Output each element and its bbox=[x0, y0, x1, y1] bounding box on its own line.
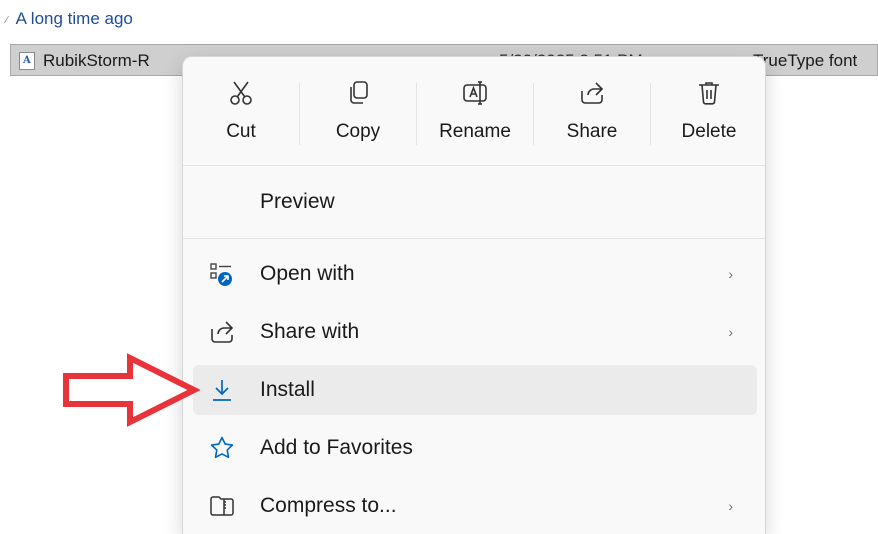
rename-icon bbox=[463, 81, 487, 105]
download-icon bbox=[213, 380, 231, 401]
menu-item-share-with[interactable]: Share with › bbox=[193, 307, 757, 357]
share-with-icon bbox=[211, 321, 234, 343]
rename-label: Rename bbox=[439, 121, 511, 142]
star-icon bbox=[210, 436, 234, 459]
context-menu: Cut Copy Rename Share Delete Preview Ope… bbox=[182, 56, 766, 534]
delete-button[interactable]: Delete bbox=[651, 67, 767, 157]
share-button[interactable]: Share bbox=[534, 67, 650, 157]
cut-label: Cut bbox=[226, 121, 256, 142]
menu-item-label: Compress to... bbox=[260, 494, 397, 517]
copy-icon bbox=[350, 81, 368, 104]
delete-label: Delete bbox=[681, 121, 737, 142]
menu-item-add-to-favorites[interactable]: Add to Favorites bbox=[193, 423, 757, 473]
menu-item-open-with[interactable]: Open with › bbox=[193, 249, 757, 299]
share-icon bbox=[581, 82, 604, 104]
menu-item-preview[interactable]: Preview bbox=[193, 177, 757, 227]
file-name: RubikStorm-R bbox=[43, 51, 150, 70]
font-file-icon bbox=[19, 52, 35, 70]
copy-button[interactable]: Copy bbox=[300, 67, 416, 157]
submenu-chevron-icon: › bbox=[728, 266, 733, 282]
menu-divider bbox=[183, 165, 765, 166]
context-menu-toolbar: Cut Copy Rename Share Delete bbox=[183, 57, 767, 165]
scissors-icon bbox=[230, 81, 252, 105]
zip-folder-icon bbox=[210, 496, 234, 516]
group-header-label: A long time ago bbox=[15, 9, 133, 28]
collapse-chevron-icon[interactable]: ∕ bbox=[6, 15, 8, 26]
group-header[interactable]: ∕ A long time ago bbox=[6, 8, 133, 30]
menu-item-label: Add to Favorites bbox=[260, 436, 413, 459]
cut-button[interactable]: Cut bbox=[183, 67, 299, 157]
rename-button[interactable]: Rename bbox=[417, 67, 533, 157]
file-type: TrueType font bbox=[753, 51, 858, 70]
share-label: Share bbox=[566, 121, 618, 142]
menu-item-label: Share with bbox=[260, 320, 360, 343]
open-with-icon bbox=[210, 263, 232, 286]
submenu-chevron-icon: › bbox=[728, 498, 733, 514]
trash-icon bbox=[699, 82, 719, 105]
menu-item-label: Install bbox=[260, 378, 315, 401]
menu-item-install[interactable]: Install bbox=[193, 365, 757, 415]
menu-item-compress-to[interactable]: Compress to... › bbox=[193, 481, 757, 531]
menu-divider bbox=[183, 238, 765, 239]
menu-item-label: Open with bbox=[260, 262, 355, 285]
submenu-chevron-icon: › bbox=[728, 324, 733, 340]
copy-label: Copy bbox=[335, 121, 381, 142]
annotation-arrow-icon bbox=[63, 353, 200, 427]
menu-item-label: Preview bbox=[260, 190, 335, 213]
